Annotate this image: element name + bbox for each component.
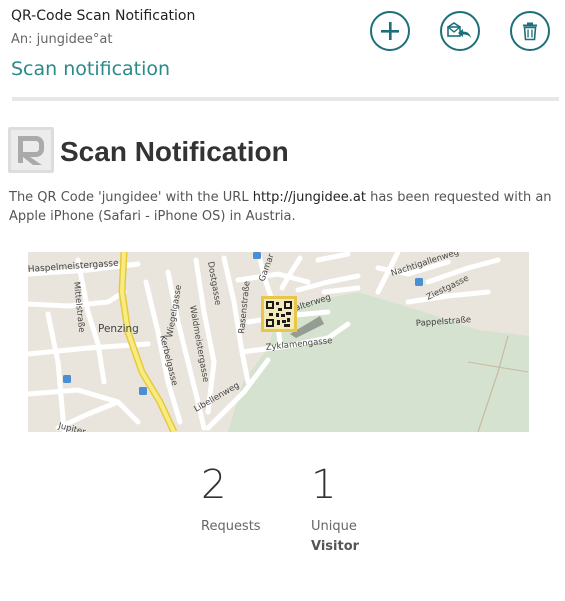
notification-headline: Scan Notification [60, 136, 289, 167]
header-divider [12, 97, 559, 101]
mail-subject: QR-Code Scan Notification [11, 8, 196, 24]
street-label: Libellenweg [193, 381, 242, 415]
unique-label: Unique [311, 519, 357, 534]
mail-recipient: An: jungidee°at [11, 32, 113, 47]
message-url: http://jungidee.at [252, 190, 366, 205]
location-map[interactable]: Haspelmeistergasse Mittelstraße Penzing … [28, 252, 529, 432]
requests-label: Requests [201, 519, 261, 534]
qr-logo-icon [8, 127, 54, 173]
street-label: Rasenstraße [237, 281, 252, 335]
street-label: Kerbelgasse [157, 334, 179, 386]
delete-button[interactable] [510, 11, 550, 51]
visitor-label: Visitor [311, 539, 360, 554]
mail-header: QR-Code Scan Notification An: jungidee°a… [0, 0, 565, 100]
reply-icon [447, 22, 471, 38]
requests-count: 2 [201, 462, 227, 508]
plus-icon [381, 22, 399, 40]
street-label: Dostgasse [205, 261, 223, 306]
reply-button[interactable] [440, 11, 480, 51]
mail-title: Scan notification [11, 58, 171, 80]
notification-message: The QR Code 'jungidee' with the URL http… [9, 188, 559, 226]
unique-visitors-count: 1 [311, 462, 337, 508]
message-text-start: The QR Code 'jungidee' with the URL [9, 190, 253, 205]
district-label: Penzing [98, 323, 139, 335]
trash-icon [523, 22, 537, 41]
new-button[interactable] [370, 11, 410, 51]
